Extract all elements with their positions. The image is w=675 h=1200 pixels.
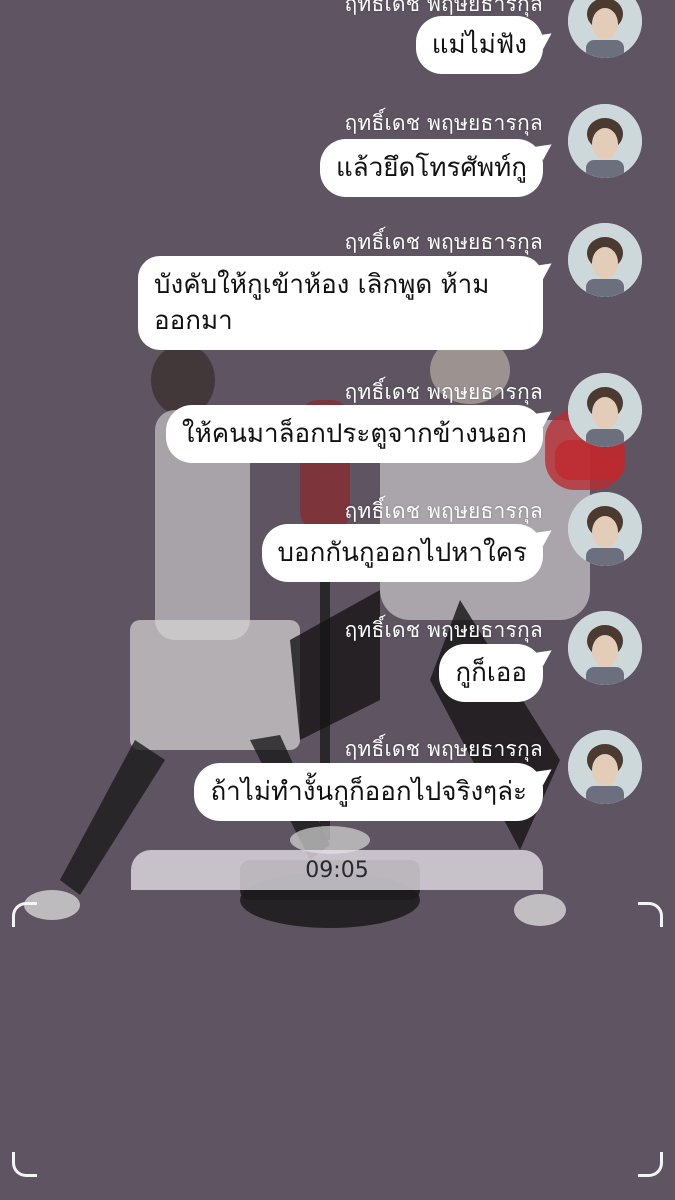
message-bubble[interactable]: บอกกันกูออกไปหาใคร (261, 524, 543, 582)
message-bubble[interactable]: กูก็เออ (439, 644, 543, 702)
sender-avatar[interactable] (568, 611, 642, 685)
sender-avatar[interactable] (568, 373, 642, 447)
sender-name: ฤทธิ์เดช พฤษยธารกุล (344, 737, 543, 761)
sender-avatar[interactable] (568, 104, 642, 178)
sender-avatar[interactable] (568, 492, 642, 566)
sender-name: ฤทธิ์เดช พฤษยธารกุล (344, 618, 543, 642)
message-timestamp: 09:05 (131, 850, 543, 890)
sender-avatar[interactable] (568, 223, 642, 297)
sender-name: ฤทธิ์เดช พฤษยธารกุล (344, 111, 543, 135)
viewfinder-corner-icon (638, 902, 663, 927)
sender-avatar[interactable] (568, 730, 642, 804)
message-bubble[interactable]: บังคับให้กูเข้าห้อง เลิกพูด ห้ามออกมา (138, 256, 543, 350)
message-bubble[interactable]: แล้วยึดโทรศัพท์กู (319, 139, 543, 197)
viewfinder-corner-icon (12, 1152, 37, 1177)
sender-name: ฤทธิ์เดช พฤษยธารกุล (344, 230, 543, 254)
message-bubble[interactable]: แม่ไม่ฟัง (415, 16, 543, 74)
viewfinder-corner-icon (12, 902, 37, 927)
sender-avatar[interactable] (568, 0, 642, 58)
message-bubble[interactable]: ถ้าไม่ทำงั้นกูก็ออกไปจริงๆล่ะ (194, 763, 543, 821)
message-bubble[interactable]: ให้คนมาล็อกประตูจากข้างนอก (165, 405, 543, 463)
message-list[interactable]: ฤทธิ์เดช พฤษยธารกุล แม่ไม่ฟัง ฤทธิ์เดช พ… (0, 0, 675, 900)
